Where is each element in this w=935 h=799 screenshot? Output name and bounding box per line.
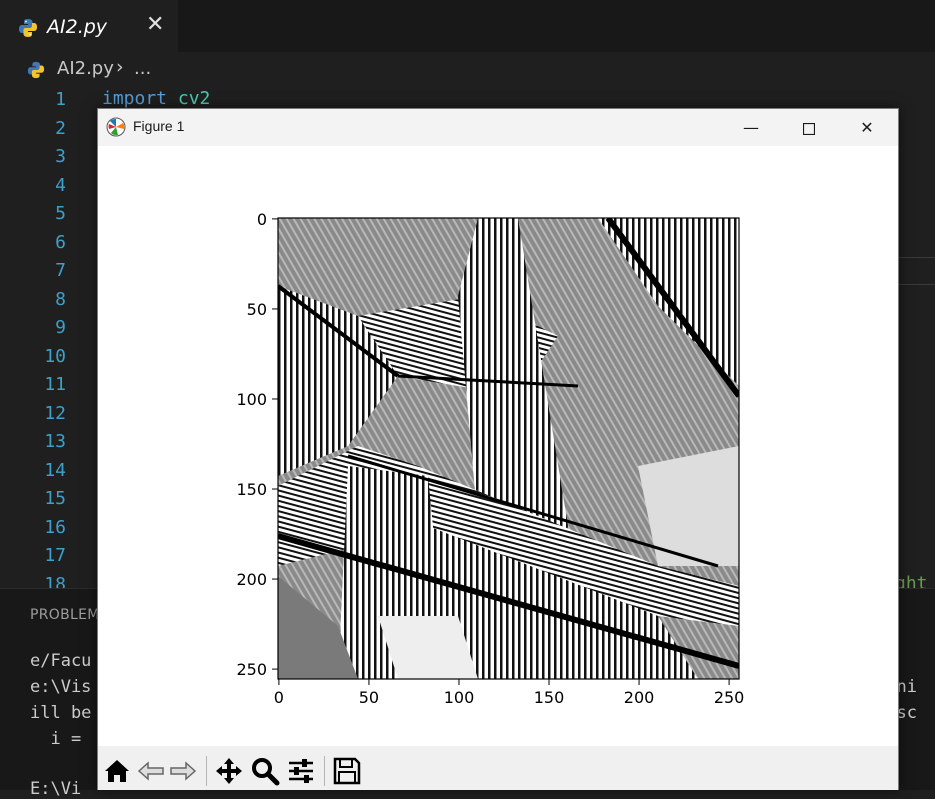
line-number: 5 [55, 203, 66, 224]
line-number: 13 [44, 431, 66, 452]
window-titlebar[interactable]: Figure 1 — ✕ [98, 109, 898, 146]
window-title: Figure 1 [133, 118, 185, 134]
matplotlib-figure-window: Figure 1 — ✕ 0 50 100 150 200 250 0 50 1… [97, 108, 899, 790]
tab-ai2-py[interactable]: AI2.py ✕ [0, 0, 178, 53]
line-number: 14 [44, 459, 66, 481]
matplotlib-app-icon [106, 117, 126, 141]
line-number: 9 [55, 317, 66, 338]
python-file-icon [27, 61, 45, 83]
home-icon[interactable] [102, 756, 132, 786]
breadcrumb-file[interactable]: AI2.py [57, 58, 114, 79]
line-number: 8 [55, 288, 66, 310]
forward-icon[interactable] [168, 756, 198, 786]
line-number: 12 [44, 402, 66, 424]
line-number: 2 [55, 117, 66, 139]
x-tick-label: 0 [274, 688, 284, 707]
line-number: 1 [55, 89, 66, 110]
terminal-line: ill be [30, 703, 92, 723]
configure-subplots-icon[interactable] [286, 756, 316, 786]
line-number: 16 [44, 516, 66, 538]
minimize-button[interactable]: — [722, 109, 780, 146]
editor-tab-bar: AI2.py ✕ [0, 0, 935, 53]
save-icon[interactable] [332, 756, 362, 786]
x-tick-label: 50 [359, 688, 379, 707]
zoom-icon[interactable] [250, 756, 280, 786]
y-tick-label: 200 [236, 570, 267, 589]
line-number: 15 [44, 488, 66, 509]
editor-divider [897, 257, 935, 258]
terminal-line: e:\Vis [30, 677, 92, 697]
line-number: 10 [44, 345, 66, 367]
toolbar-separator [324, 756, 325, 786]
y-tick-label: 50 [247, 300, 267, 319]
image-heatmap [278, 218, 739, 679]
x-tick-label: 150 [534, 688, 565, 707]
figure-canvas[interactable]: 0 50 100 150 200 250 0 50 100 150 200 250 [98, 146, 898, 746]
x-tick-label: 100 [444, 688, 475, 707]
y-tick-label: 0 [257, 210, 267, 229]
plot-svg: 0 50 100 150 200 250 0 50 100 150 200 250 [236, 210, 745, 707]
breadcrumb: AI2.py › ... [0, 52, 935, 88]
line-number: 11 [44, 374, 66, 395]
module-name: cv2 [177, 88, 211, 109]
maximize-button[interactable] [780, 109, 838, 146]
python-file-icon [18, 18, 38, 42]
keyword-import: import [102, 88, 168, 109]
editor-divider [897, 284, 935, 285]
tab-problems[interactable]: PROBLEM [30, 607, 100, 623]
terminal-line: e/Facu [30, 651, 92, 671]
line-number: 4 [55, 174, 66, 196]
terminal-line: E:\Vi [30, 779, 82, 799]
line-number: 6 [55, 231, 66, 253]
x-tick-label: 200 [624, 688, 655, 707]
y-tick-label: 250 [236, 660, 267, 679]
breadcrumb-more[interactable]: ... [134, 58, 151, 79]
tab-label: AI2.py [47, 16, 108, 38]
chevron-right-icon: › [116, 56, 124, 78]
line-number: 3 [55, 146, 66, 167]
back-icon[interactable] [136, 756, 166, 786]
line-number: 17 [44, 545, 66, 566]
pan-icon[interactable] [214, 756, 244, 786]
code-line-1[interactable]: import cv2 [102, 88, 210, 109]
close-window-button[interactable]: ✕ [838, 109, 896, 146]
y-tick-label: 150 [236, 480, 267, 499]
figure-toolbar [98, 746, 898, 790]
line-number: 7 [55, 260, 66, 281]
terminal-line: i = [30, 729, 82, 749]
x-tick-label: 250 [714, 688, 745, 707]
y-tick-label: 100 [236, 390, 267, 409]
close-tab-icon[interactable]: ✕ [146, 12, 164, 37]
toolbar-separator [206, 756, 207, 786]
